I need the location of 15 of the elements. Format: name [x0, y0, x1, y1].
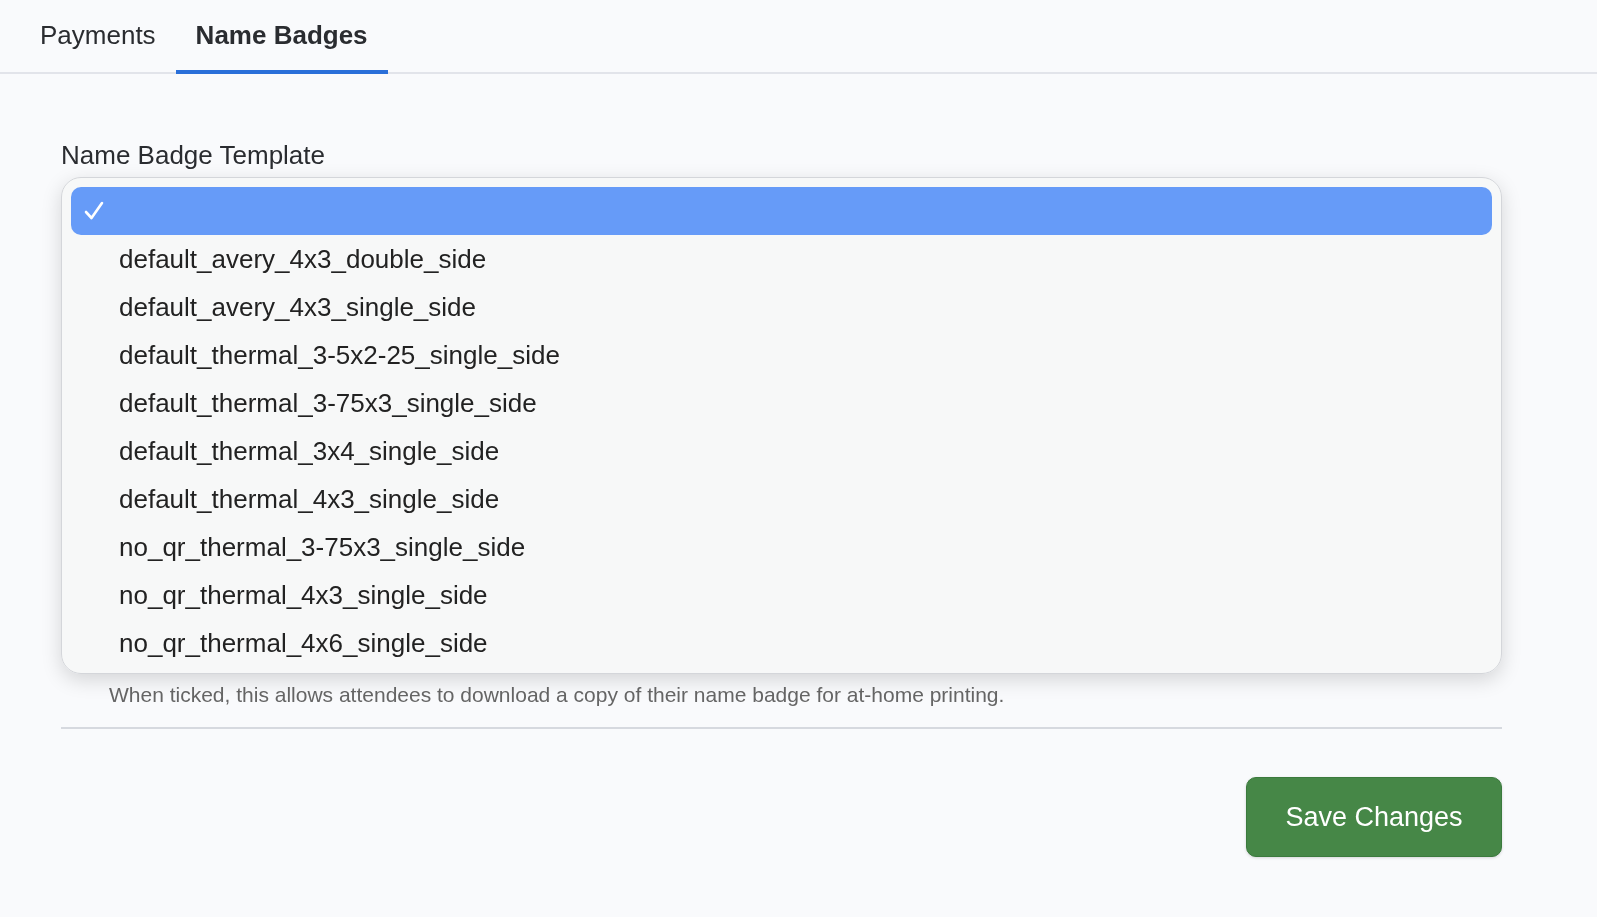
tab[interactable]: Payments: [20, 0, 176, 74]
dropdown-option[interactable]: default_thermal_3-5x2-25_single_side: [71, 331, 1492, 379]
hint-text: When ticked, this allows attendees to download a copy of their name badge for at-home printing.: [108, 683, 1006, 707]
dropdown-option[interactable]: no_qr_thermal_3-75x3_single_side: [71, 523, 1492, 571]
field-label: Name Badge Template: [61, 140, 325, 171]
dropdown-option[interactable]: default_thermal_3-75x3_single_side: [71, 379, 1492, 427]
dropdown-option[interactable]: no_qr_thermal_4x3_single_side: [71, 571, 1492, 619]
check-icon: [83, 200, 105, 222]
dropdown-option[interactable]: default_avery_4x3_single_side: [71, 283, 1492, 331]
dropdown-option[interactable]: default_avery_4x3_double_side: [71, 235, 1492, 283]
dropdown-option[interactable]: no_qr_thermal_4x6_single_side: [71, 619, 1492, 667]
dropdown-option[interactable]: default_thermal_4x3_single_side: [71, 475, 1492, 523]
save-button[interactable]: Save Changes: [1246, 777, 1502, 857]
dropdown-option[interactable]: default_thermal_3x4_single_side: [71, 427, 1492, 475]
dropdown-option[interactable]: [71, 187, 1492, 235]
